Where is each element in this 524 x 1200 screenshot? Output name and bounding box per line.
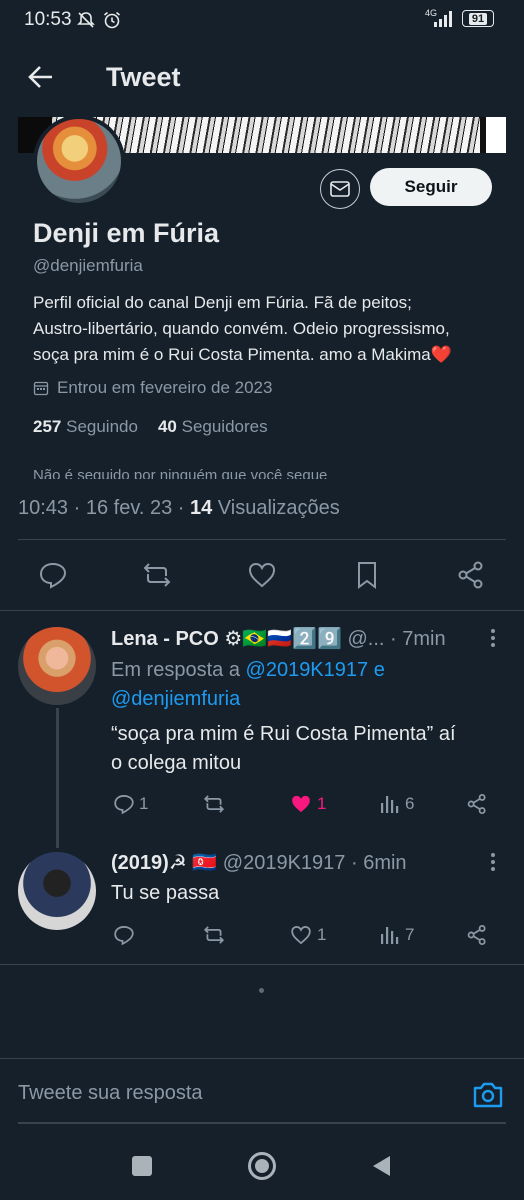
loading-indicator — [259, 988, 264, 993]
more-options-icon[interactable] — [490, 628, 496, 648]
following-stat[interactable]: 257 Seguindo — [33, 417, 138, 437]
retweet-icon — [203, 795, 225, 813]
banner-edge-right — [480, 117, 506, 153]
mute-notifications-icon — [77, 12, 95, 28]
bookmark-icon — [358, 562, 376, 589]
views-icon — [381, 927, 399, 944]
reply-header: (2019)☭ 🇰🇵 @2019K1917 · 6min — [111, 849, 481, 878]
bio-line: soça pra mim é o Rui Costa Pimenta. amo … — [33, 345, 452, 364]
reply-author-handle[interactable]: @2019K1917 — [223, 852, 346, 874]
bookmark-button[interactable] — [352, 560, 382, 590]
retweet-icon — [143, 563, 171, 587]
reply-text: Tu se passa — [111, 882, 220, 904]
back-button[interactable] — [370, 1154, 392, 1178]
follow-button[interactable]: Seguir — [370, 168, 492, 206]
reply-context: Em resposta a @2019K1917 e @denjiemfuria — [111, 659, 385, 710]
system-nav-bar — [0, 1126, 524, 1200]
reply-author-name[interactable]: Lena - PCO — [111, 628, 219, 650]
battery-level: 91 — [468, 12, 488, 25]
reply-views[interactable]: 7 — [379, 924, 414, 946]
reply-share-button[interactable] — [466, 793, 488, 815]
name-badges: ⚙🇧🇷🇷🇺2️⃣9️⃣ — [224, 628, 342, 650]
alarm-icon — [103, 11, 121, 29]
share-icon — [458, 561, 483, 589]
reply-author-name[interactable]: (2019)☭ — [111, 852, 187, 874]
follow-stats: 257 Seguindo 40 Seguidores — [33, 417, 268, 437]
reply-icon — [114, 795, 134, 815]
battery-icon: 91 — [462, 10, 494, 27]
reply-like-button[interactable]: 1 — [289, 924, 326, 946]
reply-retweet-button[interactable] — [202, 793, 226, 815]
share-button[interactable] — [456, 560, 486, 590]
share-icon — [467, 793, 486, 815]
mention-link[interactable]: @2019K1917 — [246, 659, 369, 681]
reply-retweet-button[interactable] — [202, 924, 226, 946]
share-icon — [467, 924, 486, 946]
more-options-icon[interactable] — [490, 852, 496, 872]
divider — [0, 1058, 524, 1059]
bio-line: Perfil oficial do canal Denji em Fúria. … — [33, 293, 412, 312]
divider — [0, 610, 524, 611]
camera-icon[interactable] — [472, 1080, 504, 1110]
reply-icon — [114, 926, 134, 946]
reply-share-button[interactable] — [466, 924, 488, 946]
envelope-icon — [330, 181, 350, 197]
heart-emoji: ❤️ — [430, 345, 452, 364]
reply-author-handle[interactable]: @... — [347, 628, 384, 650]
views-count: 14 — [189, 497, 213, 519]
reply-input[interactable]: Tweete sua resposta — [18, 1082, 203, 1105]
reply-icon — [39, 562, 67, 589]
heart-icon — [248, 562, 276, 588]
followed-by-note: Não é seguido por ninguém que você segue — [33, 467, 328, 479]
signal-icon — [434, 11, 452, 27]
like-button[interactable] — [247, 560, 277, 590]
reply-avatar[interactable] — [18, 852, 96, 930]
home-button[interactable] — [248, 1152, 276, 1180]
reply-avatar[interactable] — [18, 627, 96, 705]
retweet-button[interactable] — [142, 560, 172, 590]
profile-name: Denji em Fúria — [33, 218, 220, 248]
bio-line: Austro-libertário, quando convém. Odeio … — [33, 319, 450, 338]
followers-stat[interactable]: 40 Seguidores — [158, 417, 268, 437]
mention-link[interactable]: @denjiemfuria — [111, 688, 240, 710]
input-underline — [18, 1122, 506, 1124]
recents-button[interactable] — [132, 1156, 152, 1176]
back-arrow-icon[interactable] — [28, 64, 54, 90]
reply-header: Lena - PCO ⚙🇧🇷🇷🇺2️⃣9️⃣ @... · 7min — [111, 625, 481, 654]
reply-time: · 6min — [350, 852, 407, 874]
reply-text: “soça pra mim é Rui Costa Pimenta” aí o … — [111, 723, 456, 774]
heart-filled-icon — [292, 795, 310, 813]
reply-reply-button[interactable]: 1 — [113, 793, 148, 815]
message-button[interactable] — [320, 169, 360, 209]
profile-avatar — [33, 117, 125, 207]
reply-views[interactable]: 6 — [379, 793, 414, 815]
retweet-icon — [203, 926, 225, 944]
divider — [0, 964, 524, 965]
heart-icon — [291, 926, 311, 945]
joined-date: Entrou em fevereiro de 2023 — [33, 378, 272, 398]
calendar-icon — [33, 381, 49, 396]
views-icon — [381, 796, 399, 813]
reply-time: · 7min — [390, 628, 446, 650]
profile-bio: Perfil oficial do canal Denji em Fúria. … — [33, 290, 503, 368]
home-dot — [255, 1159, 269, 1173]
reply-reply-button[interactable] — [113, 924, 135, 946]
tweet-time: 10:43 — [18, 497, 69, 519]
reply-like-button[interactable]: 1 — [289, 793, 326, 815]
divider — [18, 539, 506, 540]
tweet-date: 16 fev. 23 — [85, 497, 173, 519]
status-time: 10:53 — [24, 9, 72, 30]
page-title: Tweet — [106, 62, 181, 92]
profile-handle: @denjiemfuria — [33, 256, 143, 275]
status-bar: 10:53 4G 91 — [0, 0, 524, 38]
thread-line — [56, 708, 59, 848]
profile-card-image: Seguir Denji em Fúria @denjiemfuria Perf… — [18, 117, 506, 479]
reply-button[interactable] — [38, 560, 68, 590]
name-badges: 🇰🇵 — [192, 852, 218, 874]
tweet-meta: 10:43 · 16 fev. 23 · 14 Visualizações — [18, 497, 340, 519]
